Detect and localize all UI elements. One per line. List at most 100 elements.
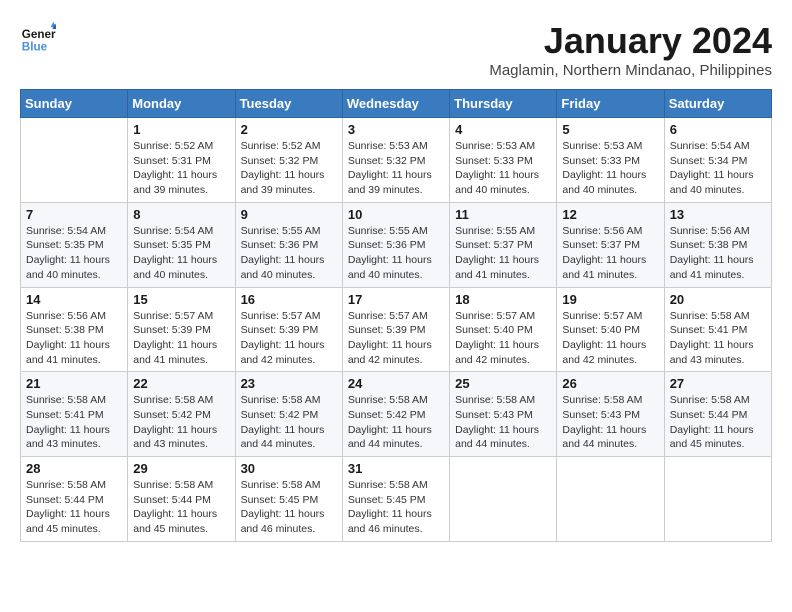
week-row-2: 7 Sunrise: 5:54 AM Sunset: 5:35 PM Daylig… (21, 202, 772, 287)
calendar-cell: 25 Sunrise: 5:58 AM Sunset: 5:43 PM Dayli… (450, 372, 557, 457)
weekday-header-friday: Friday (557, 90, 664, 118)
calendar-cell (557, 457, 664, 542)
day-detail: Sunrise: 5:57 AM Sunset: 5:39 PM Dayligh… (133, 309, 229, 368)
calendar-cell: 21Sunrise: 5:58 AM Sunset: 5:41 PM Dayli… (21, 372, 128, 457)
calendar-cell: 9 Sunrise: 5:55 AM Sunset: 5:36 PM Daylig… (235, 202, 342, 287)
day-number: 23 (241, 376, 337, 391)
weekday-header-monday: Monday (128, 90, 235, 118)
calendar-subtitle: Maglamin, Northern Mindanao, Philippines (489, 62, 772, 79)
day-number: 16 (241, 292, 337, 307)
day-number: 10 (348, 207, 444, 222)
svg-text:Blue: Blue (22, 41, 48, 54)
week-row-4: 21Sunrise: 5:58 AM Sunset: 5:41 PM Dayli… (21, 372, 772, 457)
day-number: 31 (348, 461, 444, 476)
day-number: 3 (348, 122, 444, 137)
logo: General Blue (20, 20, 56, 56)
day-detail: Sunrise: 5:58 AM Sunset: 5:43 PM Dayligh… (562, 393, 658, 452)
calendar-cell: 31Sunrise: 5:58 AM Sunset: 5:45 PM Dayli… (342, 457, 449, 542)
logo-icon: General Blue (20, 20, 56, 56)
day-number: 25 (455, 376, 551, 391)
weekday-header-row: SundayMondayTuesdayWednesdayThursdayFrid… (21, 90, 772, 118)
day-detail: Sunrise: 5:58 AM Sunset: 5:44 PM Dayligh… (133, 478, 229, 537)
day-number: 7 (26, 207, 122, 222)
day-number: 4 (455, 122, 551, 137)
day-number: 29 (133, 461, 229, 476)
title-block: January 2024 Maglamin, Northern Mindanao… (489, 20, 772, 79)
calendar-cell: 29 Sunrise: 5:58 AM Sunset: 5:44 PM Dayli… (128, 457, 235, 542)
day-number: 18 (455, 292, 551, 307)
day-number: 26 (562, 376, 658, 391)
day-detail: Sunrise: 5:58 AM Sunset: 5:44 PM Dayligh… (26, 478, 122, 537)
day-detail: Sunrise: 5:57 AM Sunset: 5:39 PM Dayligh… (241, 309, 337, 368)
week-row-5: 28 Sunrise: 5:58 AM Sunset: 5:44 PM Dayli… (21, 457, 772, 542)
day-detail: Sunrise: 5:53 AM Sunset: 5:33 PM Dayligh… (562, 139, 658, 198)
day-detail: Sunrise: 5:52 AM Sunset: 5:31 PM Dayligh… (133, 139, 229, 198)
day-detail: Sunrise: 5:58 AM Sunset: 5:41 PM Dayligh… (670, 309, 766, 368)
day-number: 20 (670, 292, 766, 307)
day-number: 13 (670, 207, 766, 222)
day-number: 27 (670, 376, 766, 391)
week-row-3: 14Sunrise: 5:56 AM Sunset: 5:38 PM Dayli… (21, 287, 772, 372)
calendar-cell: 11Sunrise: 5:55 AM Sunset: 5:37 PM Dayli… (450, 202, 557, 287)
day-detail: Sunrise: 5:57 AM Sunset: 5:40 PM Dayligh… (562, 309, 658, 368)
calendar-cell: 2 Sunrise: 5:52 AM Sunset: 5:32 PM Daylig… (235, 118, 342, 203)
day-detail: Sunrise: 5:53 AM Sunset: 5:32 PM Dayligh… (348, 139, 444, 198)
calendar-cell: 12Sunrise: 5:56 AM Sunset: 5:37 PM Dayli… (557, 202, 664, 287)
calendar-body: 1 Sunrise: 5:52 AM Sunset: 5:31 PM Daylig… (21, 118, 772, 542)
calendar-cell: 28 Sunrise: 5:58 AM Sunset: 5:44 PM Dayli… (21, 457, 128, 542)
day-number: 14 (26, 292, 122, 307)
day-detail: Sunrise: 5:57 AM Sunset: 5:40 PM Dayligh… (455, 309, 551, 368)
calendar-cell: 14Sunrise: 5:56 AM Sunset: 5:38 PM Dayli… (21, 287, 128, 372)
calendar-cell (664, 457, 771, 542)
day-detail: Sunrise: 5:56 AM Sunset: 5:38 PM Dayligh… (670, 224, 766, 283)
day-detail: Sunrise: 5:58 AM Sunset: 5:43 PM Dayligh… (455, 393, 551, 452)
calendar-cell: 3 Sunrise: 5:53 AM Sunset: 5:32 PM Daylig… (342, 118, 449, 203)
day-detail: Sunrise: 5:54 AM Sunset: 5:34 PM Dayligh… (670, 139, 766, 198)
day-detail: Sunrise: 5:58 AM Sunset: 5:44 PM Dayligh… (670, 393, 766, 452)
day-number: 1 (133, 122, 229, 137)
day-number: 30 (241, 461, 337, 476)
calendar-cell: 16 Sunrise: 5:57 AM Sunset: 5:39 PM Dayli… (235, 287, 342, 372)
calendar-table: SundayMondayTuesdayWednesdayThursdayFrid… (20, 89, 772, 542)
weekday-header-thursday: Thursday (450, 90, 557, 118)
weekday-header-sunday: Sunday (21, 90, 128, 118)
day-number: 24 (348, 376, 444, 391)
day-detail: Sunrise: 5:54 AM Sunset: 5:35 PM Dayligh… (133, 224, 229, 283)
day-detail: Sunrise: 5:55 AM Sunset: 5:36 PM Dayligh… (348, 224, 444, 283)
day-number: 28 (26, 461, 122, 476)
day-detail: Sunrise: 5:56 AM Sunset: 5:37 PM Dayligh… (562, 224, 658, 283)
calendar-cell (450, 457, 557, 542)
day-number: 11 (455, 207, 551, 222)
calendar-cell: 23 Sunrise: 5:58 AM Sunset: 5:42 PM Dayli… (235, 372, 342, 457)
day-detail: Sunrise: 5:55 AM Sunset: 5:36 PM Dayligh… (241, 224, 337, 283)
calendar-cell: 22Sunrise: 5:58 AM Sunset: 5:42 PM Dayli… (128, 372, 235, 457)
day-detail: Sunrise: 5:57 AM Sunset: 5:39 PM Dayligh… (348, 309, 444, 368)
day-detail: Sunrise: 5:58 AM Sunset: 5:42 PM Dayligh… (241, 393, 337, 452)
day-detail: Sunrise: 5:58 AM Sunset: 5:41 PM Dayligh… (26, 393, 122, 452)
calendar-cell: 5 Sunrise: 5:53 AM Sunset: 5:33 PM Daylig… (557, 118, 664, 203)
calendar-cell: 13 Sunrise: 5:56 AM Sunset: 5:38 PM Dayli… (664, 202, 771, 287)
calendar-cell: 30 Sunrise: 5:58 AM Sunset: 5:45 PM Dayli… (235, 457, 342, 542)
calendar-cell: 7 Sunrise: 5:54 AM Sunset: 5:35 PM Daylig… (21, 202, 128, 287)
calendar-cell (21, 118, 128, 203)
calendar-cell: 26 Sunrise: 5:58 AM Sunset: 5:43 PM Dayli… (557, 372, 664, 457)
weekday-header-saturday: Saturday (664, 90, 771, 118)
calendar-cell: 4 Sunrise: 5:53 AM Sunset: 5:33 PM Daylig… (450, 118, 557, 203)
day-detail: Sunrise: 5:52 AM Sunset: 5:32 PM Dayligh… (241, 139, 337, 198)
svg-text:General: General (22, 28, 56, 41)
day-number: 5 (562, 122, 658, 137)
day-number: 2 (241, 122, 337, 137)
weekday-header-tuesday: Tuesday (235, 90, 342, 118)
day-detail: Sunrise: 5:58 AM Sunset: 5:45 PM Dayligh… (241, 478, 337, 537)
day-number: 19 (562, 292, 658, 307)
day-detail: Sunrise: 5:54 AM Sunset: 5:35 PM Dayligh… (26, 224, 122, 283)
calendar-cell: 19 Sunrise: 5:57 AM Sunset: 5:40 PM Dayli… (557, 287, 664, 372)
calendar-cell: 1 Sunrise: 5:52 AM Sunset: 5:31 PM Daylig… (128, 118, 235, 203)
calendar-cell: 18 Sunrise: 5:57 AM Sunset: 5:40 PM Dayli… (450, 287, 557, 372)
calendar-title: January 2024 (489, 20, 772, 62)
day-number: 15 (133, 292, 229, 307)
day-number: 9 (241, 207, 337, 222)
calendar-cell: 10 Sunrise: 5:55 AM Sunset: 5:36 PM Dayli… (342, 202, 449, 287)
calendar-cell: 8Sunrise: 5:54 AM Sunset: 5:35 PM Daylig… (128, 202, 235, 287)
day-detail: Sunrise: 5:53 AM Sunset: 5:33 PM Dayligh… (455, 139, 551, 198)
